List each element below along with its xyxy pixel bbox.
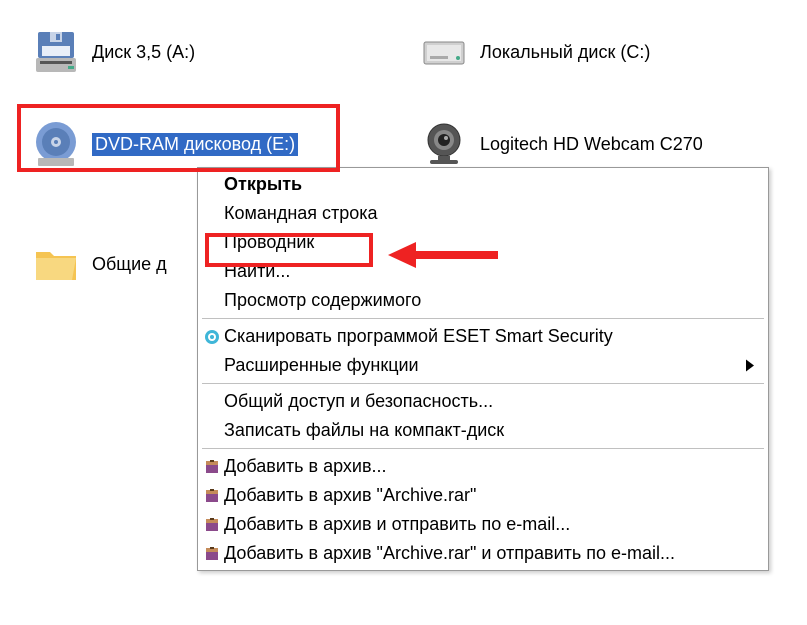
folder-shared-label: Общие д [92,254,167,275]
menu-view-contents[interactable]: Просмотр содержимого [200,286,766,315]
menu-advanced-functions[interactable]: Расширенные функции [200,351,766,380]
device-webcam[interactable]: Logitech HD Webcam C270 [420,120,703,168]
menu-advanced-functions-label: Расширенные функции [224,355,419,376]
drive-dvd[interactable]: DVD-RAM дисковод (E:) [32,120,298,168]
menu-add-to-archive-named[interactable]: Добавить в архив "Archive.rar" [200,481,766,510]
menu-eset-scan[interactable]: Сканировать программой ESET Smart Securi… [200,322,766,351]
context-menu: Открыть Командная строка Проводник Найти… [197,167,769,571]
winrar-icon [203,516,221,534]
menu-separator [202,448,764,449]
menu-command-line-label: Командная строка [224,203,378,224]
winrar-icon [203,487,221,505]
drive-dvd-label: DVD-RAM дисковод (E:) [92,133,298,156]
menu-command-line[interactable]: Командная строка [200,199,766,228]
menu-burn-disc-label: Записать файлы на компакт-диск [224,420,504,441]
drive-local[interactable]: Локальный диск (C:) [420,28,650,76]
hard-drive-icon [420,28,468,76]
dvd-drive-icon [32,120,80,168]
menu-view-contents-label: Просмотр содержимого [224,290,421,311]
menu-archive-named-and-email-label: Добавить в архив "Archive.rar" и отправи… [224,543,675,564]
menu-add-to-archive[interactable]: Добавить в архив... [200,452,766,481]
menu-sharing-security-label: Общий доступ и безопасность... [224,391,493,412]
floppy-drive-icon [32,28,80,76]
winrar-icon [203,458,221,476]
menu-add-to-archive-named-label: Добавить в архив "Archive.rar" [224,485,476,506]
drive-floppy-label: Диск 3,5 (A:) [92,42,195,63]
menu-archive-and-email-label: Добавить в архив и отправить по e-mail..… [224,514,570,535]
folder-shared[interactable]: Общие д [32,240,167,288]
device-webcam-label: Logitech HD Webcam C270 [480,134,703,155]
eset-icon [203,328,221,346]
drive-floppy[interactable]: Диск 3,5 (A:) [32,28,195,76]
drive-local-label: Локальный диск (C:) [480,42,650,63]
menu-eset-scan-label: Сканировать программой ESET Smart Securi… [224,326,613,347]
folder-icon [32,240,80,288]
submenu-arrow-icon [746,355,754,376]
webcam-icon [420,120,468,168]
menu-add-to-archive-label: Добавить в архив... [224,456,387,477]
menu-archive-and-email[interactable]: Добавить в архив и отправить по e-mail..… [200,510,766,539]
menu-explorer[interactable]: Проводник [200,228,766,257]
menu-open[interactable]: Открыть [200,170,766,199]
menu-burn-disc[interactable]: Записать файлы на компакт-диск [200,416,766,445]
menu-separator [202,383,764,384]
menu-find-label: Найти... [224,261,290,282]
menu-explorer-label: Проводник [224,232,314,253]
menu-sharing-security[interactable]: Общий доступ и безопасность... [200,387,766,416]
menu-archive-named-and-email[interactable]: Добавить в архив "Archive.rar" и отправи… [200,539,766,568]
menu-separator [202,318,764,319]
menu-open-label: Открыть [224,174,302,195]
winrar-icon [203,545,221,563]
menu-find[interactable]: Найти... [200,257,766,286]
